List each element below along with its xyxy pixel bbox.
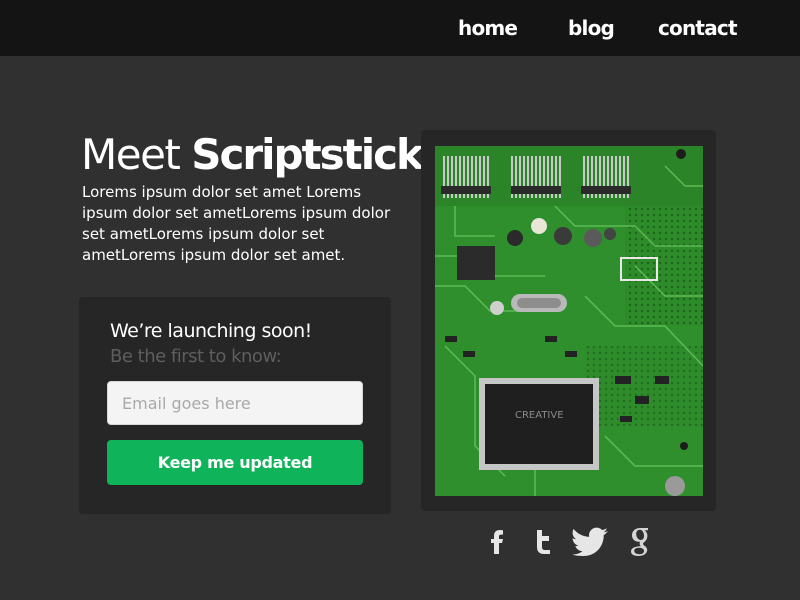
email-input[interactable] <box>107 381 363 425</box>
launch-subheading: Be the first to know: <box>110 346 282 367</box>
hero-title-brand: Scriptstick <box>191 130 424 179</box>
twitter-icon[interactable] <box>569 523 613 559</box>
google-plus-icon[interactable] <box>625 523 655 559</box>
keep-me-updated-button[interactable]: Keep me updated <box>107 440 363 485</box>
nav-home-link[interactable]: home <box>458 16 518 40</box>
circuit-board-image: CREATIVE <box>435 146 703 496</box>
nav-blog-link[interactable]: blog <box>568 16 615 40</box>
launch-heading: We’re launching soon! <box>110 320 312 342</box>
hero-title: Meet Scriptstick <box>81 130 424 179</box>
nav-contact-link[interactable]: contact <box>658 16 738 40</box>
signup-card: We’re launching soon! Be the first to kn… <box>79 297 391 514</box>
hero-title-prefix: Meet <box>81 130 181 179</box>
top-navigation-bar: home blog contact <box>0 0 800 56</box>
facebook-icon[interactable] <box>480 523 514 559</box>
tumblr-icon[interactable] <box>525 523 559 559</box>
chip-label: CREATIVE <box>515 410 564 421</box>
hero-description: Lorems ipsum dolor set amet Lorems ipsum… <box>82 183 391 264</box>
photo-frame: CREATIVE <box>421 130 716 511</box>
